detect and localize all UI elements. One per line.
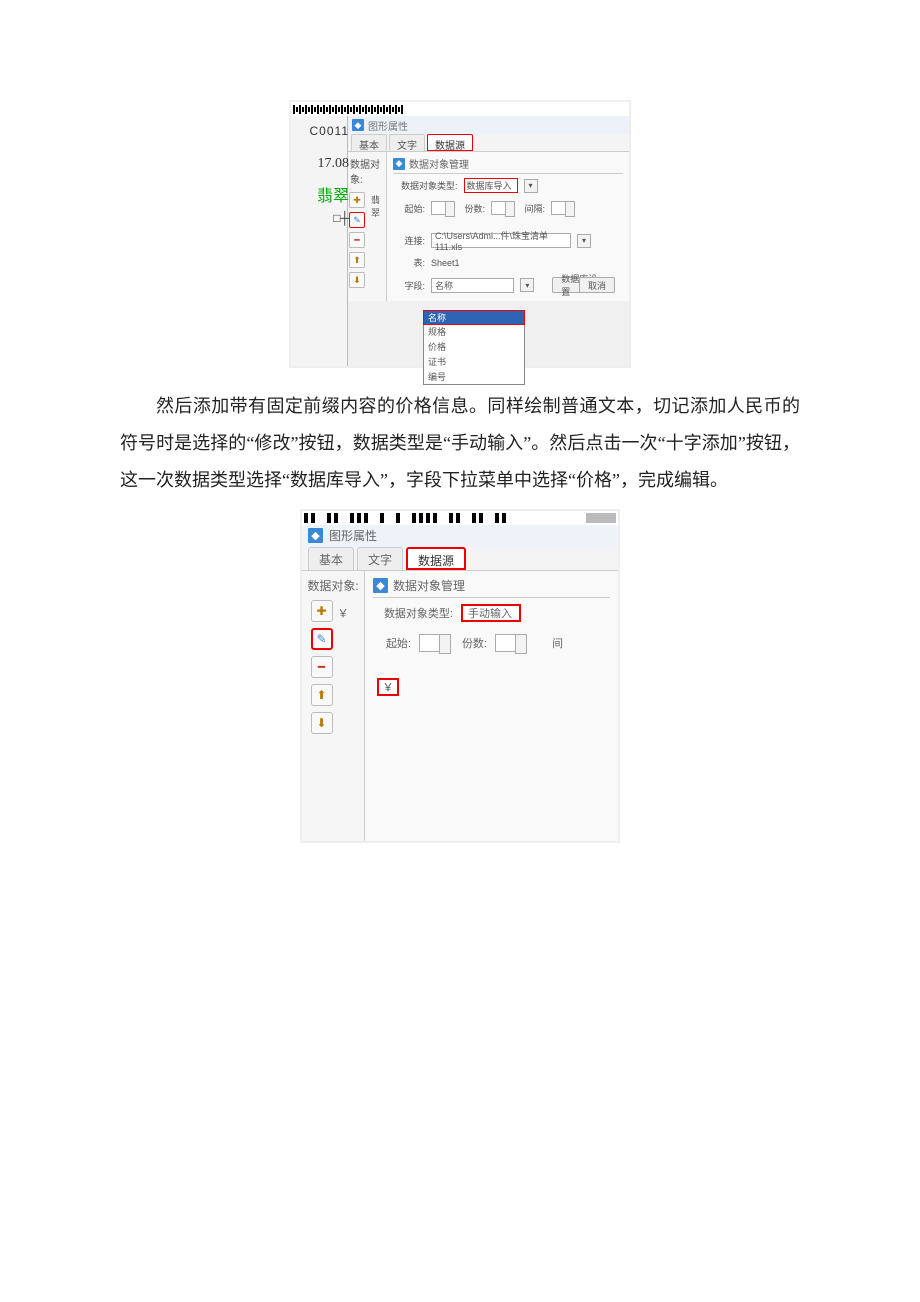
conn-select[interactable]: C:\Users\Admi...件\珠宝清单111.xls — [431, 233, 571, 248]
interval-spinner[interactable]: 1 — [551, 201, 575, 215]
sheet-value: Sheet1 — [431, 258, 460, 268]
data-object-label: 数据对象: — [307, 577, 358, 594]
move-up-button[interactable]: ⬆ — [349, 252, 365, 268]
interval-label: 间隔: — [521, 202, 545, 215]
barcode-code: C0011 — [291, 116, 349, 138]
tab-basic[interactable]: 基本 — [308, 547, 354, 570]
ruler — [291, 102, 629, 116]
panel-title: 图形属性 — [329, 527, 377, 544]
delete-button[interactable]: ━ — [311, 656, 333, 678]
count-spinner[interactable]: 1 — [495, 634, 527, 652]
mgr-title: 数据对象管理 — [393, 577, 465, 594]
dropdown-option[interactable]: 规格 — [424, 324, 524, 339]
data-object-label: 数据对象: — [350, 156, 384, 186]
dropdown-option[interactable]: 价格 — [424, 339, 524, 354]
mgr-title: 数据对象管理 — [409, 156, 469, 171]
panel-titlebar: ◆ 图形属性 — [348, 116, 629, 134]
panel-icon: ◆ — [308, 528, 323, 543]
screenshot-2: ◆ 图形属性 基本 文字 数据源 数据对象: ✚ ✎ ━ ⬆ ⬇ ￥ — [300, 509, 620, 843]
canvas-preview: C0011 17.08 翡翠 □┼ — [291, 116, 351, 225]
tab-basic[interactable]: 基本 — [351, 134, 387, 151]
edit-button[interactable]: ✎ — [349, 212, 365, 228]
move-up-button[interactable]: ⬆ — [311, 684, 333, 706]
properties-panel: ◆ 图形属性 基本 文字 数据源 数据对象: ✚ ✎ ━ ⬆ ⬇ — [347, 116, 629, 366]
value-box[interactable]: ￥ — [377, 678, 399, 696]
dropdown-option[interactable]: 名称 — [423, 310, 525, 325]
count-label: 份数: — [461, 202, 485, 215]
panel-titlebar: ◆ 图形属性 — [302, 525, 618, 547]
interval-label: 间 — [535, 635, 563, 651]
conn-label: 连接: — [401, 234, 425, 247]
start-spinner[interactable]: 1 — [431, 201, 455, 215]
jade-text: 翡翠 — [291, 172, 349, 206]
edit-button[interactable]: ✎ — [311, 628, 333, 650]
chevron-down-icon[interactable]: ▾ — [520, 278, 534, 292]
move-down-button[interactable]: ⬇ — [311, 712, 333, 734]
list-item[interactable]: ￥ — [336, 603, 356, 623]
count-spinner[interactable]: 1 — [491, 201, 515, 215]
start-label: 起始: — [401, 202, 425, 215]
delete-button[interactable]: ━ — [349, 232, 365, 248]
type-label: 数据对象类型: — [383, 605, 453, 621]
cancel-button[interactable]: 取消 — [579, 277, 615, 293]
tab-data-source[interactable]: 数据源 — [406, 547, 466, 570]
price-value: 17.08 — [291, 138, 349, 172]
start-spinner[interactable]: 1 — [419, 634, 451, 652]
type-label: 数据对象类型: — [401, 179, 458, 192]
field-select[interactable]: 名称 — [431, 278, 514, 293]
cursor-mark: □┼ — [291, 206, 349, 225]
tab-data-source[interactable]: 数据源 — [427, 134, 473, 151]
property-tabs: 基本 文字 数据源 — [348, 134, 629, 152]
property-tabs: 基本 文字 数据源 — [302, 547, 618, 571]
mgr-icon: ◆ — [393, 158, 405, 170]
add-button[interactable]: ✚ — [349, 192, 365, 208]
tab-text[interactable]: 文字 — [389, 134, 425, 151]
panel-title: 图形属性 — [368, 118, 408, 133]
start-label: 起始: — [383, 635, 411, 651]
chevron-down-icon[interactable]: ▾ — [577, 234, 591, 248]
ruler — [302, 511, 618, 525]
field-label: 字段: — [401, 279, 425, 292]
move-down-button[interactable]: ⬇ — [349, 272, 365, 288]
screenshot-1: C0011 17.08 翡翠 □┼ ◆ 图形属性 基本 文字 数据源 数据对象:… — [289, 100, 631, 368]
type-select[interactable]: 数据库导入 — [464, 178, 518, 193]
type-select[interactable]: 手动输入 — [461, 604, 521, 622]
sheet-label: 表: — [401, 256, 425, 269]
count-label: 份数: — [459, 635, 487, 651]
dropdown-option[interactable]: 证书 — [424, 354, 524, 369]
body-paragraph: 然后添加带有固定前缀内容的价格信息。同样绘制普通文本，切记添加人民币的符号时是选… — [120, 388, 800, 499]
dropdown-option[interactable]: 编号 — [424, 369, 524, 384]
tab-text[interactable]: 文字 — [357, 547, 403, 570]
mgr-icon: ◆ — [373, 578, 388, 593]
chevron-down-icon[interactable]: ▾ — [524, 179, 538, 193]
panel-icon: ◆ — [352, 119, 364, 131]
field-dropdown[interactable]: 名称 规格 价格 证书 编号 — [423, 310, 525, 385]
list-item[interactable]: 翡翠 — [369, 192, 387, 220]
add-button[interactable]: ✚ — [311, 600, 333, 622]
